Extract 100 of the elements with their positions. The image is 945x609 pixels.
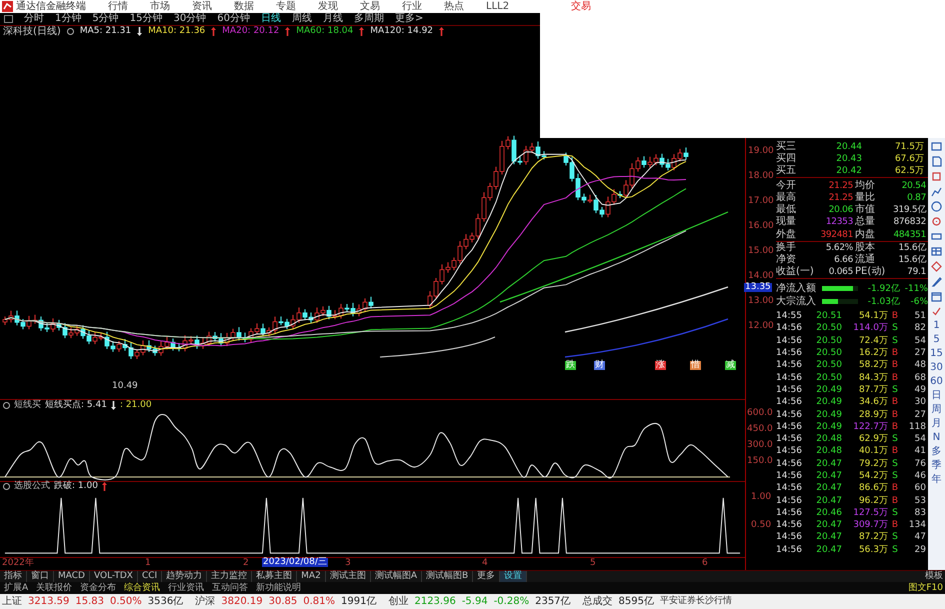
- stat-label: 现量: [776, 216, 797, 228]
- menu-item[interactable]: 资讯: [192, 2, 212, 12]
- order-label: 买三: [776, 141, 797, 153]
- menu-item[interactable]: 发现: [318, 2, 338, 12]
- window-icon[interactable]: [931, 231, 942, 242]
- tick-count: 30: [914, 396, 926, 408]
- tick-side: S: [891, 531, 899, 544]
- circle-icon: [3, 483, 10, 490]
- tick-price: 20.50: [815, 334, 842, 347]
- tick-volume: 54.1万: [858, 310, 888, 322]
- period-tab[interactable]: 更多>: [394, 14, 424, 24]
- period-shortcut[interactable]: 月: [932, 419, 942, 429]
- indicator-name: 短线买: [14, 400, 41, 410]
- tick-side: B: [890, 372, 900, 384]
- period-tab[interactable]: 分时: [24, 14, 44, 24]
- period-tab[interactable]: 60分钟: [217, 14, 250, 24]
- period-tab[interactable]: 5分钟: [92, 14, 119, 24]
- period-tab[interactable]: 多周期: [354, 14, 384, 24]
- pencil-icon[interactable]: [931, 276, 942, 287]
- square-icon[interactable]: [931, 171, 942, 182]
- period-tab[interactable]: 15分钟: [130, 14, 162, 24]
- tick-count: 48: [914, 359, 926, 372]
- trade-button[interactable]: 交易: [571, 2, 592, 12]
- date-label: 1: [145, 559, 151, 568]
- tick-price: 20.47: [815, 544, 842, 556]
- stat-value: 484351: [892, 228, 926, 240]
- menu-item[interactable]: 专题: [276, 2, 296, 12]
- extension-tab[interactable]: 综合资讯: [120, 582, 164, 594]
- tick-time: 14:56: [776, 334, 803, 347]
- window-icon[interactable]: [931, 141, 942, 152]
- period-shortcut[interactable]: 日: [932, 391, 942, 401]
- check-icon[interactable]: [931, 306, 942, 317]
- indicator-axis-label: 600.0: [747, 409, 773, 418]
- menu-item[interactable]: 数据: [234, 2, 254, 12]
- order-volume: 71.5万: [894, 141, 924, 153]
- window-icon[interactable]: [4, 15, 13, 23]
- stat-label: 净资: [776, 254, 797, 266]
- period-shortcut[interactable]: 多: [932, 447, 942, 457]
- tick-volume: 62.9万: [858, 433, 888, 446]
- period-shortcut[interactable]: 周: [932, 405, 942, 415]
- diamond-icon[interactable]: [931, 261, 942, 272]
- menu-item[interactable]: 市场: [150, 2, 170, 12]
- menu-item[interactable]: 热点: [444, 2, 464, 12]
- total-turnover-label: 总成交: [582, 596, 613, 606]
- calendar-icon[interactable]: [931, 291, 942, 302]
- tick-volume: 127.5万: [852, 506, 888, 519]
- tick-count: 27: [914, 408, 926, 421]
- menu-item[interactable]: LLL2: [486, 2, 510, 12]
- document-icon[interactable]: [931, 156, 942, 167]
- index-change: -5.94: [462, 596, 488, 606]
- period-shortcut[interactable]: 年: [932, 475, 942, 485]
- stat-label: 市值: [854, 204, 876, 216]
- tick-time: 14:56: [776, 433, 803, 446]
- event-marker[interactable]: 涨: [655, 361, 666, 370]
- tick-price: 20.50: [815, 372, 842, 384]
- tick-volume: 114.0万: [852, 322, 888, 334]
- flow-percent: -11%: [904, 282, 928, 294]
- tick-price: 20.49: [815, 384, 842, 396]
- period-shortcut[interactable]: 15: [930, 349, 943, 359]
- period-shortcut[interactable]: 季: [932, 461, 942, 471]
- target-icon[interactable]: [931, 216, 942, 227]
- extension-tab[interactable]: 扩展A: [0, 582, 32, 594]
- period-shortcut[interactable]: 60: [930, 377, 943, 387]
- indicator-axis-label: 150.0: [747, 457, 773, 466]
- tick-price: 20.51: [815, 310, 842, 322]
- extension-tab[interactable]: 关联报价: [32, 582, 76, 594]
- extension-tab[interactable]: 行业资讯: [164, 582, 208, 594]
- price-axis-label: 18.00: [748, 172, 774, 181]
- period-shortcut[interactable]: N: [932, 433, 940, 443]
- period-shortcut[interactable]: 5: [933, 335, 940, 345]
- indicator-value: 短线买点: 5.41: [45, 400, 107, 410]
- extension-tab[interactable]: 互动问答: [208, 582, 252, 594]
- f10-button[interactable]: 图文F10: [908, 584, 943, 592]
- period-tab[interactable]: 1分钟: [55, 14, 82, 24]
- period-shortcut[interactable]: 30: [930, 363, 943, 373]
- period-tab[interactable]: 月线: [322, 14, 343, 24]
- tick-count: 49: [914, 384, 926, 396]
- period-tab[interactable]: 周线: [292, 14, 312, 24]
- menu-item[interactable]: 文易: [360, 2, 380, 12]
- period-tab[interactable]: 日线: [260, 14, 281, 24]
- menu-item[interactable]: 行业: [402, 2, 422, 12]
- tick-volume: 79.2万: [858, 458, 888, 470]
- chart-icon[interactable]: [931, 186, 942, 197]
- tick-count: 29: [914, 544, 926, 556]
- indicator-axis-label: 0.50: [751, 521, 772, 530]
- indicator-tab[interactable]: 设置: [500, 571, 528, 582]
- flow-label: 净流入额: [776, 282, 817, 294]
- security-title: 深科技(日线): [3, 26, 61, 36]
- tick-side: B: [890, 445, 900, 458]
- extension-tab[interactable]: 资金分布: [76, 582, 120, 594]
- menu-item[interactable]: 行情: [108, 2, 128, 12]
- period-tab[interactable]: 30分钟: [173, 14, 206, 24]
- period-shortcut[interactable]: 1: [933, 321, 940, 331]
- tick-side: S: [891, 322, 899, 334]
- event-marker[interactable]: 财: [594, 361, 605, 370]
- date-label: 5: [590, 559, 596, 568]
- template-button[interactable]: 模板: [925, 572, 943, 581]
- extension-tab[interactable]: 新功能说明: [252, 582, 306, 594]
- grid-icon[interactable]: [931, 246, 942, 257]
- tick-price: 20.49: [815, 408, 842, 421]
